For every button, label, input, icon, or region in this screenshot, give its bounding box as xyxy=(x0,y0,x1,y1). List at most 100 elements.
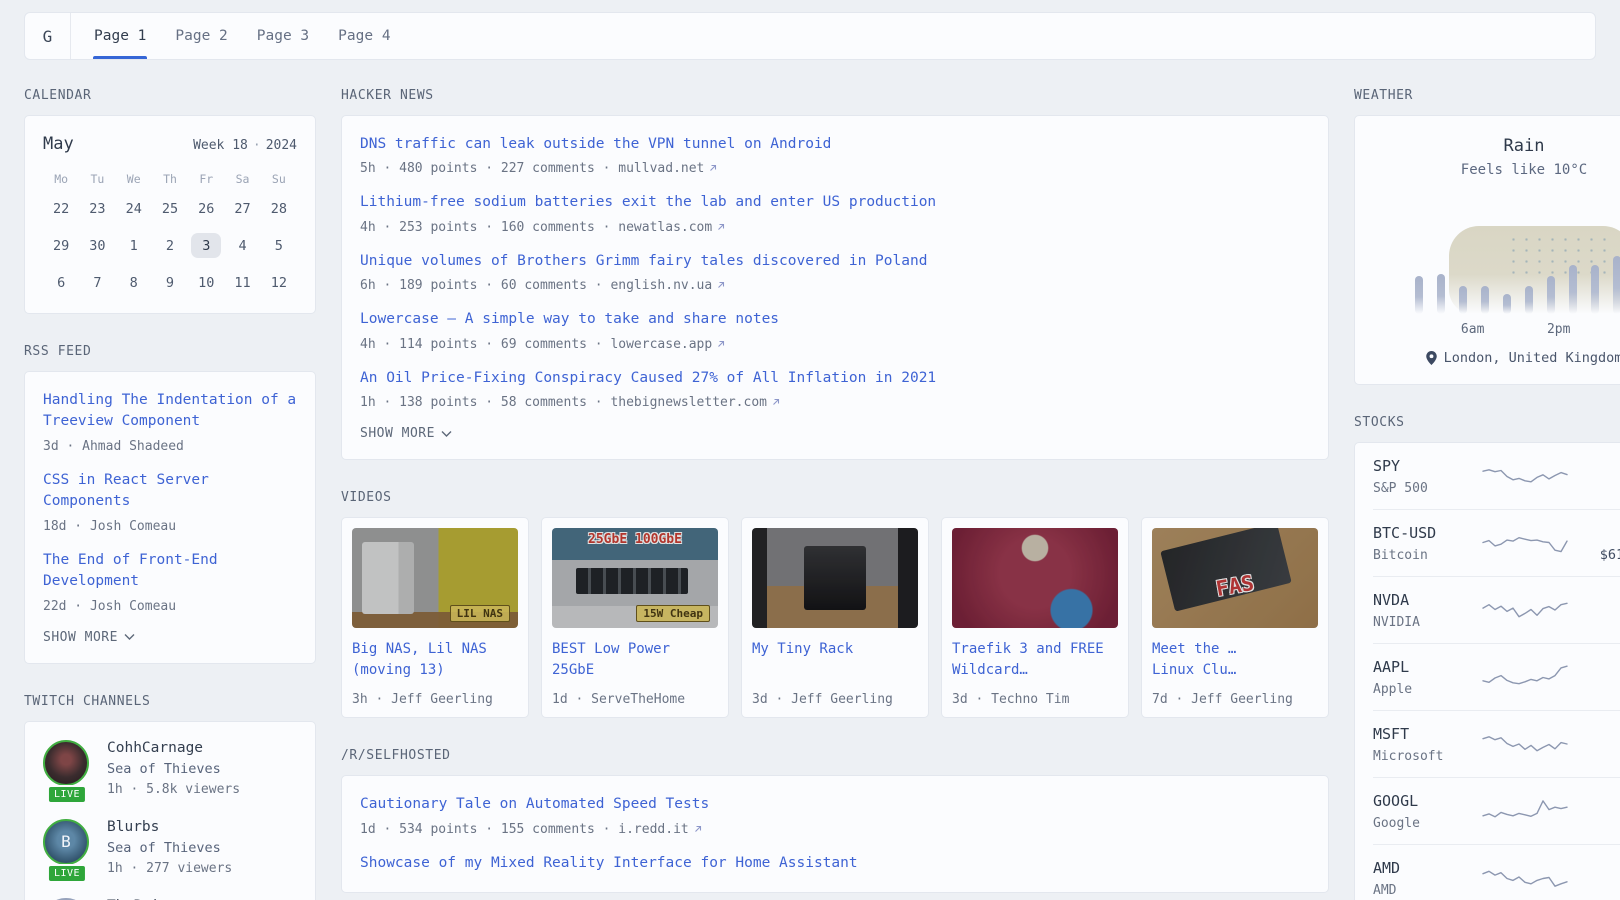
right-column: WEATHER Rain Feels like 10°C 12° 6am2pm1… xyxy=(1354,88,1620,900)
nav-tab[interactable]: Page 4 xyxy=(337,13,391,59)
nav-tab[interactable]: Page 3 xyxy=(256,13,310,59)
external-link-icon xyxy=(716,280,726,290)
stock-change: +4.56% xyxy=(1571,523,1620,541)
twitch-channel-row[interactable]: B LIVE Blurbs Sea of Thieves 1h · 277 vi… xyxy=(43,819,297,876)
video-card[interactable]: 25GbE 100GbE 15W Cheap BEST Low Power 25… xyxy=(541,517,729,718)
middle-column: HACKER NEWS DNS traffic can leak outside… xyxy=(341,88,1329,900)
video-thumbnail[interactable] xyxy=(952,528,1118,628)
hn-item-meta: 1h · 138 points · 58 comments · thebigne… xyxy=(360,395,1310,410)
video-thumbnail[interactable]: LIL NAS xyxy=(352,528,518,628)
calendar-day: 11 xyxy=(224,270,260,295)
video-thumbnail[interactable] xyxy=(752,528,918,628)
app-logo[interactable]: G xyxy=(25,13,71,59)
video-card[interactable]: FAS Meet the … Linux Clu… 7d · Jeff Geer… xyxy=(1141,517,1329,718)
calendar-day: 22 xyxy=(43,196,79,221)
weather-card: Rain Feels like 10°C 12° 6am2pm10pm Lond… xyxy=(1354,115,1620,385)
stock-row[interactable]: AMD AMD +2.97% $150.50 xyxy=(1373,844,1620,900)
hn-item-meta: 4h · 253 points · 160 comments · newatla… xyxy=(360,220,1310,235)
channel-avatar: B xyxy=(43,819,89,865)
video-card[interactable]: LIL NAS Big NAS, Lil NAS (moving 13) 3h … xyxy=(341,517,529,718)
nav-tab[interactable]: Page 2 xyxy=(174,13,228,59)
stock-price: $406.76 xyxy=(1571,748,1620,764)
stock-symbol: GOOGL xyxy=(1373,792,1479,810)
rss-item-title[interactable]: Handling The Indentation of a Treeview C… xyxy=(43,390,297,433)
weather-hour-bar xyxy=(1459,286,1467,314)
hn-show-more-button[interactable]: SHOW MORE xyxy=(360,426,452,441)
stock-row[interactable]: AAPL Apple +6.63% $184.51 xyxy=(1373,643,1620,710)
twitch-card: LIVE CohhCarnage Sea of Thieves 1h · 5.8… xyxy=(24,721,316,900)
external-link-icon xyxy=(708,163,718,173)
calendar-weekdays: MoTuWeThFrSaSu xyxy=(43,172,297,192)
hackernews-widget: HACKER NEWS DNS traffic can leak outside… xyxy=(341,88,1329,460)
stock-row[interactable]: GOOGL Google +0.25% $167.03 xyxy=(1373,777,1620,844)
hour-label: 6am xyxy=(1461,322,1484,337)
video-card[interactable]: My Tiny Rack 3d · Jeff Geerling xyxy=(741,517,929,718)
external-link-icon xyxy=(716,339,726,349)
twitch-list: LIVE CohhCarnage Sea of Thieves 1h · 5.8… xyxy=(43,740,297,900)
calendar-month: May xyxy=(43,134,74,154)
nav-tab[interactable]: Page 1 xyxy=(93,13,147,59)
thumbnail-text-bottom: 15W Cheap xyxy=(636,605,710,622)
stock-row[interactable]: NVDA NVIDIA +3.49% $888.12 xyxy=(1373,576,1620,643)
hn-item-title[interactable]: Lithium-free sodium batteries exit the l… xyxy=(360,192,1310,213)
calendar-day: 12 xyxy=(261,270,297,295)
rss-show-more-button[interactable]: SHOW MORE xyxy=(43,630,135,645)
calendar-card: May Week 18·2024 MoTuWeThFrSaSu 22 23 24 xyxy=(24,115,316,314)
channel-category: Sea of Thieves xyxy=(107,840,232,856)
reddit-item: Showcase of my Mixed Reality Interface f… xyxy=(360,853,1310,874)
reddit-list: Cautionary Tale on Automated Speed Tests… xyxy=(360,794,1310,874)
hn-item-title[interactable]: DNS traffic can leak outside the VPN tun… xyxy=(360,134,1310,155)
stock-change: +2.24% xyxy=(1571,724,1620,742)
hn-item: Lithium-free sodium batteries exit the l… xyxy=(360,192,1310,234)
channel-name[interactable]: Blurbs xyxy=(107,819,232,835)
location-pin-icon xyxy=(1426,351,1437,365)
reddit-item-title[interactable]: Showcase of my Mixed Reality Interface f… xyxy=(360,853,1310,874)
video-title[interactable]: Meet the … Linux Clu… xyxy=(1152,639,1318,681)
video-card[interactable]: Traefik 3 and FREE Wildcard… 3d · Techno… xyxy=(941,517,1129,718)
hn-item-title[interactable]: Lowercase – A simple way to take and sha… xyxy=(360,309,1310,330)
weather-hour-bar xyxy=(1437,274,1445,314)
reddit-item-title[interactable]: Cautionary Tale on Automated Speed Tests xyxy=(360,794,1310,815)
hn-list: DNS traffic can leak outside the VPN tun… xyxy=(360,134,1310,410)
hour-label: 2pm xyxy=(1547,322,1570,337)
video-title[interactable]: Traefik 3 and FREE Wildcard… xyxy=(952,639,1118,681)
stock-change: +6.63% xyxy=(1571,657,1620,675)
video-meta: 3d · Techno Tim xyxy=(952,685,1118,707)
calendar-day: 7 xyxy=(79,270,115,295)
rss-item-title[interactable]: The End of Front-End Development xyxy=(43,550,297,593)
stock-price: $61,820.02 xyxy=(1571,547,1620,563)
rss-item-meta: 22d · Josh Comeau xyxy=(43,599,297,614)
live-badge: LIVE xyxy=(47,785,87,804)
weather-hour-bar xyxy=(1525,286,1533,314)
rss-list: Handling The Indentation of a Treeview C… xyxy=(43,390,297,614)
weather-hour-bar xyxy=(1503,294,1511,314)
channel-name[interactable]: CohhCarnage xyxy=(107,740,240,756)
video-meta: 1d · ServeTheHome xyxy=(552,685,718,707)
twitch-section-title: TWITCH CHANNELS xyxy=(24,694,316,709)
weekday-label: Fr xyxy=(188,172,224,192)
video-thumbnail[interactable]: FAS xyxy=(1152,528,1318,628)
thumbnail-text-center: FAS xyxy=(1214,571,1256,601)
video-title[interactable]: BEST Low Power 25GbE and 100GbE Switch… xyxy=(552,639,718,681)
video-title[interactable]: My Tiny Rack xyxy=(752,639,918,660)
rss-item: Handling The Indentation of a Treeview C… xyxy=(43,390,297,454)
video-title[interactable]: Big NAS, Lil NAS (moving 13) xyxy=(352,639,518,681)
twitch-channel-row[interactable]: LIVE CohhCarnage Sea of Thieves 1h · 5.8… xyxy=(43,740,297,797)
hn-item-meta: 4h · 114 points · 69 comments · lowercas… xyxy=(360,337,1310,352)
video-thumbnail[interactable]: 25GbE 100GbE 15W Cheap xyxy=(552,528,718,628)
hn-item-title[interactable]: Unique volumes of Brothers Grimm fairy t… xyxy=(360,251,1310,272)
weekday-label: Su xyxy=(261,172,297,192)
hn-item-title[interactable]: An Oil Price-Fixing Conspiracy Caused 27… xyxy=(360,368,1310,389)
stock-sparkline xyxy=(1479,528,1571,558)
weather-hour-bar xyxy=(1613,256,1620,314)
stock-row[interactable]: BTC-USD Bitcoin +4.56% $61,820.02 xyxy=(1373,509,1620,576)
stock-row[interactable]: MSFT Microsoft +2.24% $406.76 xyxy=(1373,710,1620,777)
stock-row[interactable]: SPY S&P 500 +1.32% $511.69 xyxy=(1373,443,1620,509)
stock-symbol: AAPL xyxy=(1373,658,1479,676)
rss-item-title[interactable]: CSS in React Server Components xyxy=(43,470,297,513)
channel-avatar xyxy=(43,740,89,786)
stock-change: +3.49% xyxy=(1571,590,1620,608)
hn-item-meta: 5h · 480 points · 227 comments · mullvad… xyxy=(360,161,1310,176)
stock-name: Apple xyxy=(1373,682,1479,697)
reddit-section-title: /R/SELFHOSTED xyxy=(341,748,1329,763)
